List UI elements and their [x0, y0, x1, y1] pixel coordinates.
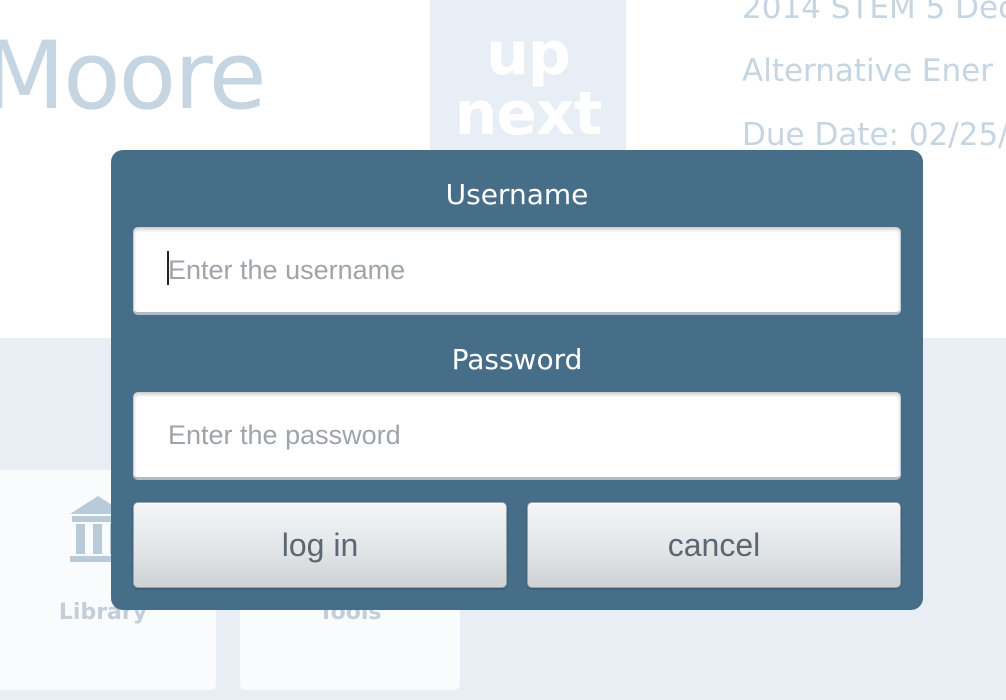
login-dialog: Username Password log in cancel: [111, 150, 923, 610]
assignment-subtitle: Alternative Ener: [742, 53, 993, 89]
password-input[interactable]: [133, 392, 901, 480]
login-button[interactable]: log in: [133, 502, 507, 588]
cancel-button[interactable]: cancel: [527, 502, 901, 588]
assignment-due-date: Due Date: 02/25/: [742, 117, 1006, 153]
username-input[interactable]: [133, 227, 901, 315]
user-name: Moore: [0, 22, 267, 131]
up-next-line-1: up: [486, 19, 571, 89]
text-caret: [167, 251, 169, 285]
up-next-line-2: next: [454, 79, 603, 149]
username-label: Username: [445, 178, 589, 211]
up-next-label: up next: [430, 24, 626, 144]
password-label: Password: [451, 343, 583, 376]
assignment-title: 2014 STEM 5 Dec: [742, 0, 1006, 26]
